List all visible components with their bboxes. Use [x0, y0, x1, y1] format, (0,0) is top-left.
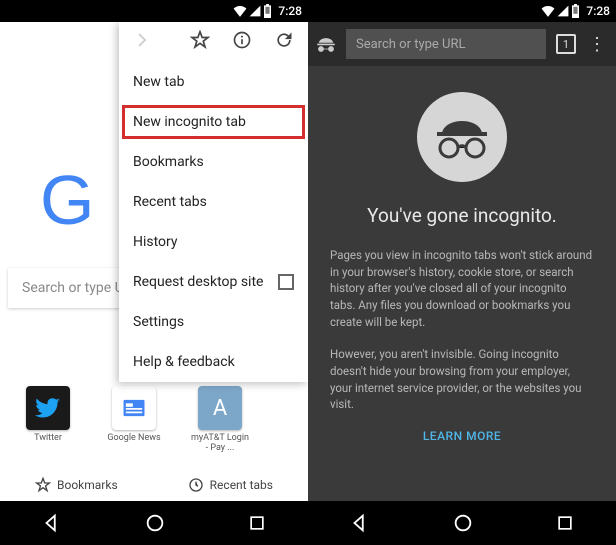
nav-home-icon[interactable]	[144, 512, 166, 534]
incognito-body: You've gone incognito. Pages you view in…	[308, 66, 616, 443]
android-navbar	[0, 501, 308, 545]
nav-back-icon[interactable]	[349, 512, 371, 534]
wifi-icon	[541, 5, 555, 17]
status-bar: 7:28	[0, 0, 308, 22]
menu-history[interactable]: History	[119, 222, 308, 262]
incognito-hero-icon	[417, 92, 507, 182]
incognito-para-1: Pages you view in incognito tabs won't s…	[330, 247, 594, 330]
shortcuts-row: Twitter Google News A myAT&T Login - Pay…	[18, 386, 250, 454]
overflow-menu: New tab New incognito tab Bookmarks Rece…	[119, 22, 308, 382]
shortcut-google-news[interactable]: Google News	[104, 386, 164, 454]
battery-icon	[263, 4, 272, 18]
learn-more-link[interactable]: LEARN MORE	[330, 429, 594, 443]
nav-home-icon[interactable]	[452, 512, 474, 534]
menu-settings[interactable]: Settings	[119, 302, 308, 342]
tab-switcher[interactable]: 1	[556, 34, 576, 54]
google-logo: G	[40, 160, 94, 240]
nav-recent-icon[interactable]	[555, 513, 575, 533]
bottom-recent-tabs[interactable]: Recent tabs	[188, 477, 273, 493]
wifi-icon	[233, 5, 247, 17]
menu-new-incognito-tab[interactable]: New incognito tab	[119, 102, 308, 142]
checkbox-icon[interactable]	[278, 274, 294, 290]
menu-help-feedback[interactable]: Help & feedback	[119, 342, 308, 382]
menu-bookmarks[interactable]: Bookmarks	[119, 142, 308, 182]
star-icon[interactable]	[190, 30, 210, 54]
att-icon: A	[198, 386, 242, 430]
menu-new-tab[interactable]: New tab	[119, 62, 308, 102]
nav-recent-icon[interactable]	[247, 513, 267, 533]
shortcut-label: myAT&T Login - Pay ...	[190, 434, 250, 454]
bottom-bookmarks[interactable]: Bookmarks	[35, 477, 118, 493]
overflow-menu-icon[interactable]: ⋮	[586, 34, 608, 55]
incognito-title: You've gone incognito.	[330, 204, 594, 227]
menu-icon-row	[119, 22, 308, 62]
menu-request-desktop[interactable]: Request desktop site	[119, 262, 308, 302]
shortcut-att[interactable]: A myAT&T Login - Pay ...	[190, 386, 250, 454]
incognito-toolbar: Search or type URL 1 ⋮	[308, 22, 616, 66]
bottom-links: Bookmarks Recent tabs	[0, 477, 308, 493]
battery-icon	[571, 4, 580, 18]
google-news-icon	[120, 394, 148, 422]
phone-right: 7:28 Search or type URL 1 ⋮ You've gone …	[308, 0, 616, 545]
incognito-para-2: However, you aren't invisible. Going inc…	[330, 346, 594, 413]
clock-text: 7:28	[586, 4, 610, 18]
shortcut-label: Google News	[104, 434, 164, 444]
shortcut-label: Twitter	[18, 434, 78, 444]
signal-icon	[557, 5, 569, 17]
menu-recent-tabs[interactable]: Recent tabs	[119, 182, 308, 222]
screen-content-left: G Search or type U Twitter Google News A…	[0, 22, 308, 501]
forward-icon[interactable]	[133, 30, 153, 54]
shortcut-twitter[interactable]: Twitter	[18, 386, 78, 454]
phone-left: 7:28 G Search or type U Twitter Google N…	[0, 0, 308, 545]
screen-content-right: Search or type URL 1 ⋮ You've gone incog…	[308, 22, 616, 501]
incognito-icon	[316, 34, 336, 54]
nav-back-icon[interactable]	[41, 512, 63, 534]
info-icon[interactable]	[232, 30, 252, 54]
status-bar: 7:28	[308, 0, 616, 22]
android-navbar	[308, 501, 616, 545]
url-input[interactable]: Search or type URL	[346, 29, 546, 59]
refresh-icon[interactable]	[274, 30, 294, 54]
star-icon	[35, 477, 51, 493]
clock-text: 7:28	[278, 4, 302, 18]
clock-icon	[188, 477, 204, 493]
twitter-icon	[35, 395, 61, 421]
signal-icon	[249, 5, 261, 17]
